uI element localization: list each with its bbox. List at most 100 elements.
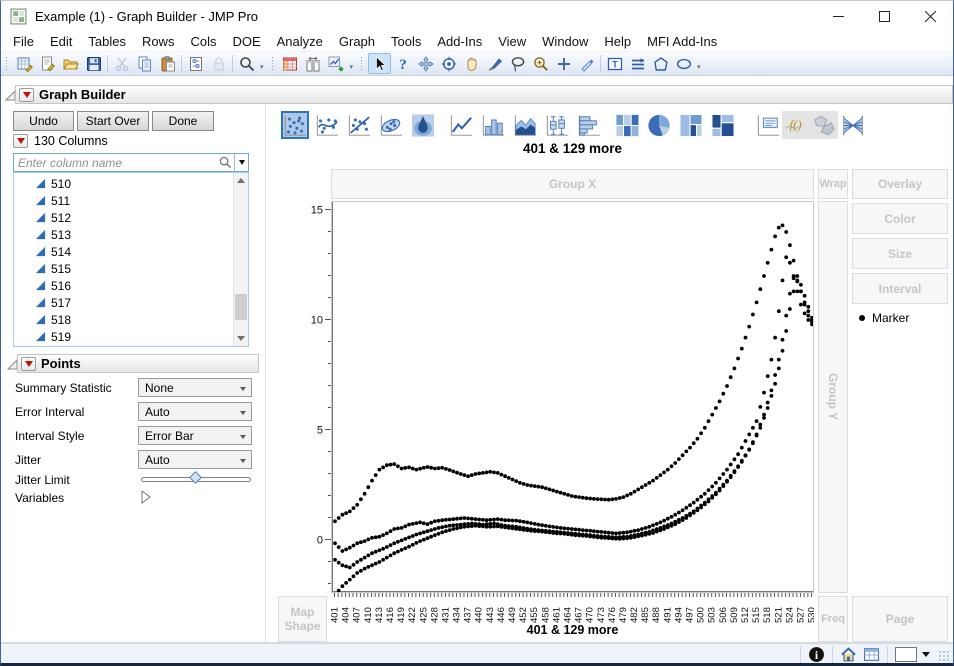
lines-tool-icon[interactable] bbox=[626, 53, 649, 74]
paste-icon[interactable] bbox=[156, 53, 179, 74]
element-formula-icon[interactable]: f() bbox=[782, 111, 810, 139]
menu-window[interactable]: Window bbox=[534, 32, 596, 51]
pointer-icon[interactable] bbox=[368, 53, 392, 74]
new-graph-icon[interactable] bbox=[325, 53, 348, 74]
target-icon[interactable] bbox=[437, 53, 460, 74]
column-item-517[interactable]: 517 bbox=[14, 294, 214, 311]
new-script-icon[interactable] bbox=[36, 53, 59, 74]
help-icon[interactable]: ? bbox=[391, 53, 414, 74]
column-item-514[interactable]: 514 bbox=[14, 243, 214, 260]
brush-icon[interactable] bbox=[483, 53, 506, 74]
column-item-512[interactable]: 512 bbox=[14, 209, 214, 226]
column-search-input[interactable] bbox=[14, 155, 219, 170]
menu-file[interactable]: File bbox=[5, 32, 42, 51]
dropdown-arrow-icon[interactable] bbox=[922, 651, 930, 657]
lasso-icon[interactable] bbox=[506, 53, 529, 74]
data-table-icon[interactable] bbox=[279, 53, 302, 74]
open-icon[interactable] bbox=[59, 53, 82, 74]
column-item-518[interactable]: 518 bbox=[14, 311, 214, 328]
scroll-up-arrow[interactable] bbox=[234, 173, 248, 188]
plot-area[interactable] bbox=[331, 201, 814, 597]
columns-icon-icon[interactable] bbox=[302, 53, 325, 74]
element-points-icon[interactable] bbox=[281, 111, 309, 139]
menu-add-ins[interactable]: Add-Ins bbox=[429, 32, 490, 51]
element-treemap-icon[interactable] bbox=[677, 111, 705, 139]
view-selector-box[interactable] bbox=[895, 646, 917, 662]
group-x-zone[interactable]: Group X bbox=[331, 169, 814, 199]
resize-grip[interactable] bbox=[938, 650, 950, 662]
element-bar-chart-icon[interactable] bbox=[479, 111, 507, 139]
done-button[interactable]: Done bbox=[152, 111, 214, 131]
new-journal-icon[interactable] bbox=[13, 53, 36, 74]
toolbar-grip[interactable] bbox=[270, 55, 276, 72]
data-table-icon[interactable] bbox=[863, 646, 880, 663]
menu-mfi-add-ins[interactable]: MFI Add-Ins bbox=[639, 32, 725, 51]
crosshair-icon[interactable] bbox=[552, 53, 575, 74]
maximize-button[interactable] bbox=[861, 1, 907, 31]
close-button[interactable] bbox=[907, 1, 953, 31]
column-item-510[interactable]: 510 bbox=[14, 175, 214, 192]
menu-rows[interactable]: Rows bbox=[134, 32, 183, 51]
element-box-plot-icon[interactable] bbox=[543, 111, 571, 139]
element-line-chart-icon[interactable] bbox=[447, 111, 475, 139]
element-mosaic-icon[interactable] bbox=[709, 111, 737, 139]
jitter-dropdown[interactable]: Auto bbox=[138, 450, 252, 469]
search-icon[interactable] bbox=[235, 53, 258, 74]
menu-help[interactable]: Help bbox=[596, 32, 639, 51]
element-area-chart-icon[interactable] bbox=[511, 111, 539, 139]
toolbar-grip[interactable] bbox=[360, 55, 366, 72]
menu-cols[interactable]: Cols bbox=[182, 32, 224, 51]
copy-icon[interactable] bbox=[133, 53, 156, 74]
freq-zone[interactable]: Freq bbox=[818, 596, 848, 642]
column-item-513[interactable]: 513 bbox=[14, 226, 214, 243]
interval-style-dropdown[interactable]: Error Bar bbox=[138, 426, 252, 445]
toolbar-overflow-icon[interactable]: ▾ bbox=[697, 63, 701, 71]
element-smoother-icon[interactable] bbox=[313, 111, 341, 139]
zoom-in-icon[interactable] bbox=[529, 53, 552, 74]
start-over-button[interactable]: Start Over bbox=[77, 111, 149, 131]
wrap-zone[interactable]: Wrap bbox=[818, 169, 848, 199]
undo-button[interactable]: Undo bbox=[13, 111, 74, 131]
info-icon[interactable]: i bbox=[808, 646, 825, 663]
menu-doe[interactable]: DOE bbox=[224, 32, 268, 51]
toolbar-overflow-icon[interactable]: ▾ bbox=[260, 63, 264, 71]
columns-red-triangle[interactable] bbox=[13, 134, 28, 148]
annotate-icon[interactable] bbox=[575, 53, 598, 74]
summary-statistic-dropdown[interactable]: None bbox=[138, 378, 252, 397]
toolbar-grip[interactable] bbox=[5, 55, 10, 72]
menu-tools[interactable]: Tools bbox=[383, 32, 429, 51]
column-item-515[interactable]: 515 bbox=[14, 260, 214, 277]
element-line-of-fit-icon[interactable] bbox=[345, 111, 373, 139]
element-contour-icon[interactable] bbox=[409, 111, 437, 139]
overlay-zone[interactable]: Overlay bbox=[852, 169, 948, 199]
textbox-icon[interactable]: T bbox=[603, 53, 626, 74]
element-caption-box-icon[interactable] bbox=[754, 111, 782, 139]
polygon-tool-icon[interactable] bbox=[649, 53, 672, 74]
red-triangle-menu[interactable] bbox=[19, 87, 34, 102]
column-list-scrollbar[interactable] bbox=[233, 173, 248, 346]
scroll-down-arrow[interactable] bbox=[234, 331, 248, 346]
element-pie-chart-icon[interactable] bbox=[645, 111, 673, 139]
save-icon[interactable] bbox=[82, 53, 105, 74]
menu-tables[interactable]: Tables bbox=[80, 32, 134, 51]
error-interval-dropdown[interactable]: Auto bbox=[138, 402, 252, 421]
oval-tool-icon[interactable] bbox=[672, 53, 695, 74]
toolbar-overflow-icon[interactable]: ▾ bbox=[350, 63, 354, 71]
hand-icon[interactable] bbox=[460, 53, 483, 74]
menu-graph[interactable]: Graph bbox=[331, 32, 383, 51]
lock-icon[interactable] bbox=[207, 53, 230, 74]
cut-icon[interactable] bbox=[110, 53, 133, 74]
interval-zone[interactable]: Interval bbox=[852, 273, 948, 304]
column-item-519[interactable]: 519 bbox=[14, 328, 214, 345]
menu-view[interactable]: View bbox=[490, 32, 534, 51]
menu-edit[interactable]: Edit bbox=[42, 32, 80, 51]
color-zone[interactable]: Color bbox=[852, 203, 948, 234]
column-item-516[interactable]: 516 bbox=[14, 277, 214, 294]
preferences-icon[interactable] bbox=[184, 53, 207, 74]
size-zone[interactable]: Size bbox=[852, 238, 948, 269]
page-zone[interactable]: Page bbox=[852, 596, 948, 642]
element-histogram-icon[interactable] bbox=[575, 111, 603, 139]
search-filter-dropdown[interactable] bbox=[234, 154, 248, 171]
map-shape-zone[interactable]: Map Shape bbox=[278, 596, 327, 642]
element-parallel-plot-icon[interactable] bbox=[839, 111, 867, 139]
